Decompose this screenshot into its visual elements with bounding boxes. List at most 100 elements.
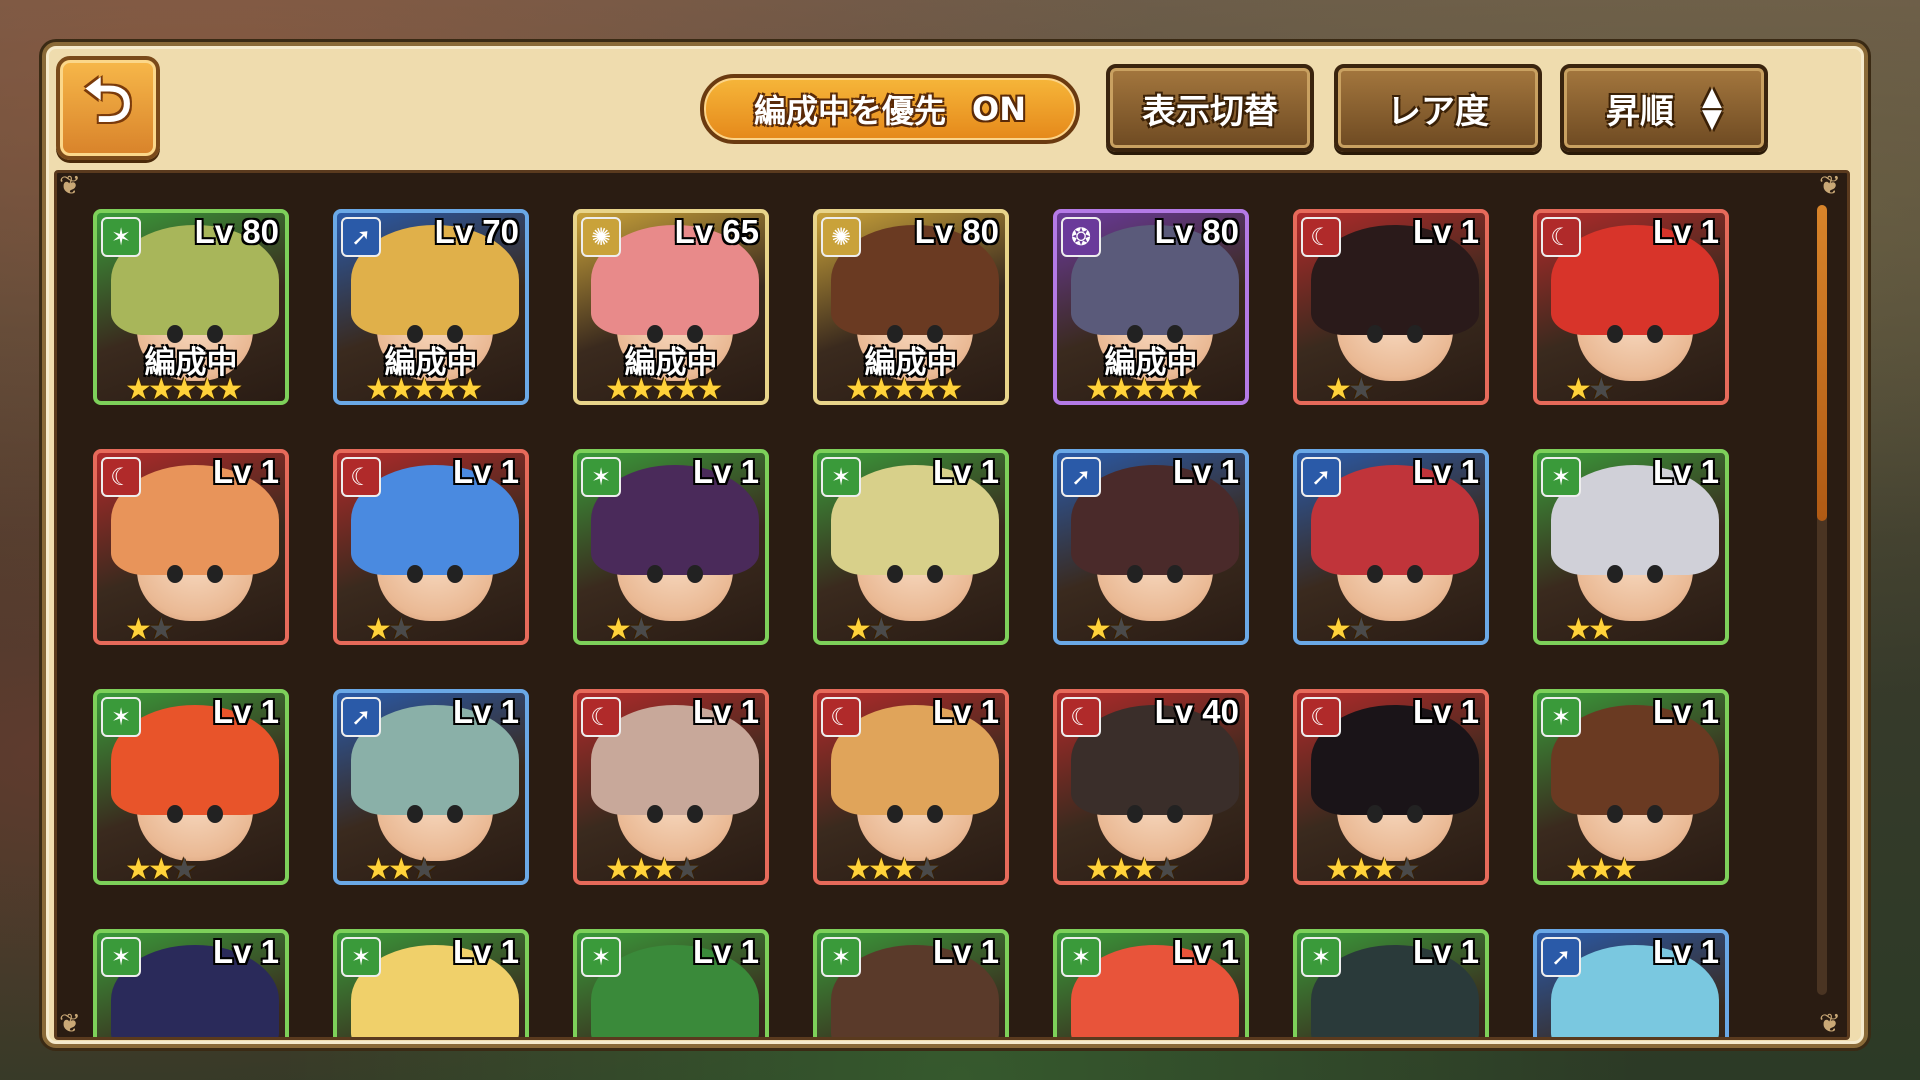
star-empty-icon: ★: [673, 852, 701, 885]
rarity-stars: ★★★★: [1085, 852, 1181, 885]
scrollbar[interactable]: [1817, 205, 1827, 995]
star-filled-icon: ★: [845, 372, 872, 405]
rarity-stars: ★★★★: [1325, 852, 1421, 885]
unit-card[interactable]: ✶ Lv 1 ★★: [813, 449, 1009, 645]
wind-element-icon: ✶: [581, 457, 621, 497]
unit-card[interactable]: ✶ Lv 1: [333, 929, 529, 1037]
portrait-eye: [687, 565, 703, 583]
unit-level: Lv 1: [1412, 693, 1479, 730]
star-filled-icon: ★: [696, 372, 724, 405]
star-filled-icon: ★: [147, 852, 175, 885]
star-filled-icon: ★: [170, 372, 198, 405]
rarity-stars: ★★★★★: [125, 372, 244, 405]
unit-card[interactable]: ➚ Lv 70 編成中 ★★★★★: [333, 209, 529, 405]
scrollbar-thumb[interactable]: [1817, 205, 1827, 521]
unit-card[interactable]: ✶ Lv 80 編成中 ★★★★★: [93, 209, 289, 405]
star-filled-icon: ★: [193, 372, 221, 405]
unit-card[interactable]: ✶ Lv 1: [1293, 929, 1489, 1037]
star-empty-icon: ★: [1587, 372, 1615, 405]
fire-element-icon: ☾: [581, 697, 621, 737]
unit-card[interactable]: ➚ Lv 1: [1533, 929, 1729, 1037]
star-filled-icon: ★: [1347, 852, 1375, 885]
unit-card[interactable]: ✺ Lv 65 編成中 ★★★★★: [573, 209, 769, 405]
rarity-stars: ★★★★★: [365, 372, 484, 405]
unit-level: Lv 1: [212, 693, 279, 730]
portrait-eye: [887, 805, 903, 823]
unit-card[interactable]: ✶ Lv 1: [573, 929, 769, 1037]
star-filled-icon: ★: [845, 612, 872, 645]
star-filled-icon: ★: [1325, 372, 1352, 405]
unit-card[interactable]: ☾ Lv 1 ★★★★: [573, 689, 769, 885]
unit-card[interactable]: ☾ Lv 1 ★★: [333, 449, 529, 645]
unit-card[interactable]: ➚ Lv 1 ★★★: [333, 689, 529, 885]
unit-card[interactable]: ✺ Lv 80 編成中 ★★★★★: [813, 209, 1009, 405]
unit-card[interactable]: ➚ Lv 1 ★★: [1293, 449, 1489, 645]
unit-card[interactable]: ✶ Lv 1 ★★★: [93, 689, 289, 885]
display-toggle-button[interactable]: 表示切替: [1106, 64, 1314, 152]
star-filled-icon: ★: [125, 372, 152, 405]
unit-level: Lv 1: [932, 693, 999, 730]
deployed-priority-toggle[interactable]: 編成中を優先 ON: [700, 74, 1080, 144]
unit-card[interactable]: ✶ Lv 1 ★★★: [1533, 689, 1729, 885]
unit-level: Lv 1: [212, 453, 279, 490]
star-filled-icon: ★: [867, 372, 895, 405]
unit-card[interactable]: ☾ Lv 1 ★★★★: [813, 689, 1009, 885]
star-filled-icon: ★: [627, 372, 655, 405]
star-filled-icon: ★: [605, 372, 632, 405]
star-filled-icon: ★: [365, 372, 392, 405]
star-empty-icon: ★: [1107, 612, 1135, 645]
fire-element-icon: ☾: [341, 457, 381, 497]
wind-element-icon: ✶: [101, 697, 141, 737]
unit-level: Lv 1: [1652, 213, 1719, 250]
unit-card[interactable]: ☾ Lv 1 ★★: [93, 449, 289, 645]
unit-grid: ❦ ❦ ❦ ❦ ✶ Lv 80 編成中 ★★★★★ ➚ Lv 70 編成中 ★★★★★ ✺ Lv …: [54, 170, 1850, 1040]
star-filled-icon: ★: [216, 372, 244, 405]
return-arrow-icon: ⮌: [83, 66, 133, 136]
rarity-stars: ★★★★: [605, 852, 701, 885]
portrait-eye: [1127, 565, 1143, 583]
unit-card[interactable]: ✶ Lv 1 ★★: [573, 449, 769, 645]
rarity-stars: ★★: [1565, 612, 1615, 641]
portrait-eye: [167, 805, 183, 823]
portrait-eye: [407, 805, 423, 823]
rarity-stars: ★★★★★: [1085, 372, 1204, 405]
portrait-eye: [1647, 325, 1663, 343]
unit-card[interactable]: ☾ Lv 40 ★★★★: [1053, 689, 1249, 885]
unit-level: Lv 1: [1172, 933, 1239, 970]
back-button[interactable]: ⮌: [56, 56, 160, 160]
star-filled-icon: ★: [1130, 852, 1158, 885]
rarity-stars: ★★★: [125, 852, 198, 885]
unit-card[interactable]: ✶ Lv 1: [813, 929, 1009, 1037]
rarity-stars: ★★: [1085, 612, 1135, 645]
sort-rarity-button[interactable]: レア度: [1334, 64, 1542, 152]
rarity-stars: ★★★: [365, 852, 438, 881]
unit-level: Lv 1: [932, 453, 999, 490]
unit-level: Lv 1: [452, 693, 519, 730]
unit-card[interactable]: ❂ Lv 80 編成中 ★★★★★: [1053, 209, 1249, 405]
wind-element-icon: ✶: [1541, 457, 1581, 497]
star-empty-icon: ★: [387, 612, 415, 645]
star-empty-icon: ★: [913, 852, 941, 885]
star-empty-icon: ★: [627, 612, 655, 645]
unit-level: Lv 1: [1652, 693, 1719, 730]
unit-level: Lv 1: [452, 933, 519, 970]
sort-order-button[interactable]: 昇順 ▲ ▼: [1560, 64, 1768, 152]
unit-card[interactable]: ✶ Lv 1: [1053, 929, 1249, 1037]
corner-ornament-icon: ❦: [1819, 171, 1841, 201]
star-filled-icon: ★: [125, 612, 152, 645]
unit-card[interactable]: ✶ Lv 1: [93, 929, 289, 1037]
portrait-eye: [1647, 805, 1663, 823]
unit-card[interactable]: ☾ Lv 1 ★★★★: [1293, 689, 1489, 885]
wind-element-icon: ✶: [1061, 937, 1101, 977]
star-filled-icon: ★: [1565, 852, 1592, 885]
portrait-eye: [687, 805, 703, 823]
wind-element-icon: ✶: [341, 937, 381, 977]
unit-card[interactable]: ➚ Lv 1 ★★: [1053, 449, 1249, 645]
star-filled-icon: ★: [1176, 372, 1204, 405]
unit-card[interactable]: ✶ Lv 1 ★★: [1533, 449, 1729, 645]
unit-card[interactable]: ☾ Lv 1 ★★: [1293, 209, 1489, 405]
sort-rarity-label: レア度: [1387, 91, 1489, 132]
star-filled-icon: ★: [605, 852, 632, 885]
unit-card[interactable]: ☾ Lv 1 ★★: [1533, 209, 1729, 405]
portrait-eye: [1167, 805, 1183, 823]
